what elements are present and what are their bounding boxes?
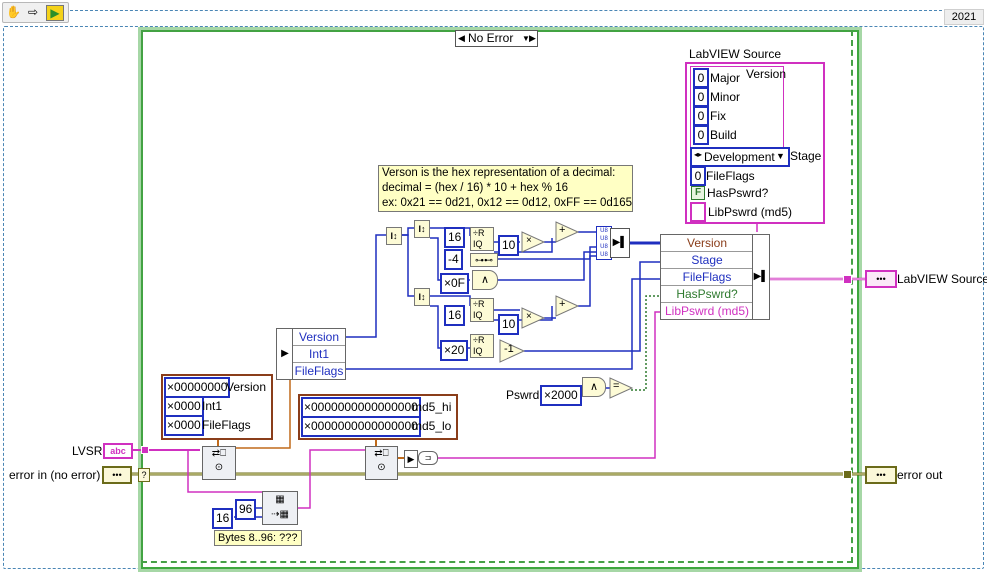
lvsr-terminal[interactable]: abc <box>103 443 133 459</box>
multiply-symbol: × <box>526 235 532 246</box>
bundle-by-name[interactable]: Version Stage FileFlags HasPswrd? LibPsw… <box>660 234 754 320</box>
unbundle-version: Version <box>293 329 345 346</box>
string-subset-node[interactable]: ▦ ⇢▦ <box>262 491 298 525</box>
md5-convert-node[interactable]: ▶ <box>404 450 418 468</box>
labview-source-indicator[interactable]: ••• <box>865 270 897 288</box>
error-in-terminal[interactable]: ••• <box>102 466 132 484</box>
struct1-int1-value[interactable]: ×0000 <box>164 396 204 417</box>
unbundle-int1: Int1 <box>293 346 345 363</box>
error-in-label: error in (no error) <box>9 468 101 482</box>
const-96[interactable]: 96 <box>235 499 257 520</box>
error-out-indicator[interactable]: ••• <box>865 466 897 484</box>
primitive-layer <box>499 221 634 399</box>
error-out-tunnel <box>843 470 852 479</box>
unbundle-by-name[interactable]: Version Int1 FileFlags <box>292 328 346 380</box>
multiply-symbol: × <box>526 311 532 322</box>
case-selector-terminal-icon: ? <box>138 468 150 482</box>
struct1-fileflags-label: FileFlags <box>202 418 251 432</box>
equal-symbol: = <box>613 380 620 392</box>
add-symbol: + <box>559 224 566 236</box>
bundle-arrow-icon: ▶▌ <box>752 234 770 320</box>
bundle-haspswrd: HasPswrd? <box>661 286 753 303</box>
bundle-stage: Stage <box>661 252 753 269</box>
lvsr-label: LVSR <box>72 444 103 458</box>
struct1-int1-label: Int1 <box>202 399 223 413</box>
md5-hi-label: md5_hi <box>412 400 452 414</box>
add-symbol: + <box>559 298 566 310</box>
const-16-c[interactable]: 16 <box>212 508 234 529</box>
pswrd-label: Pswrd <box>506 388 540 402</box>
unbundle-fileflags: FileFlags <box>294 364 344 378</box>
and-node-pswrd[interactable]: ∧ <box>582 377 606 397</box>
md5-to-string-node[interactable]: ⊐ <box>418 451 438 465</box>
unflatten-node-1[interactable]: ⇄⎕ ⊙ <box>202 446 236 480</box>
lvsr-tunnel <box>141 446 149 454</box>
unflatten-node-2[interactable]: ⇄⎕ ⊙ <box>365 446 398 480</box>
struct1-version-label: Version <box>226 380 267 394</box>
bundle-version: Version <box>661 235 753 252</box>
error-out-label: error out <box>897 468 943 482</box>
bytes-note: Bytes 8..96: ??? <box>214 530 302 546</box>
pswrd-constant[interactable]: ×2000 <box>540 385 582 406</box>
labview-source-out-label: LabVIEW Source <box>897 272 987 286</box>
decrement-symbol: -1 <box>504 343 514 355</box>
struct1-fileflags-value[interactable]: ×0000 <box>164 415 204 436</box>
output-tunnel <box>843 275 852 284</box>
md5-lo-label: md5_lo <box>412 419 452 433</box>
md5-lo-value[interactable]: ×0000000000000000 <box>301 416 421 437</box>
struct1-version-value[interactable]: ×00000000 <box>164 377 231 398</box>
bundle-libpswrd: LibPswrd (md5) <box>664 304 750 318</box>
bundle-fileflags: FileFlags <box>661 269 753 286</box>
bundle-arrow-node[interactable]: ▶▌ <box>610 228 630 258</box>
md5-hi-value[interactable]: ×0000000000000000 <box>301 397 421 418</box>
